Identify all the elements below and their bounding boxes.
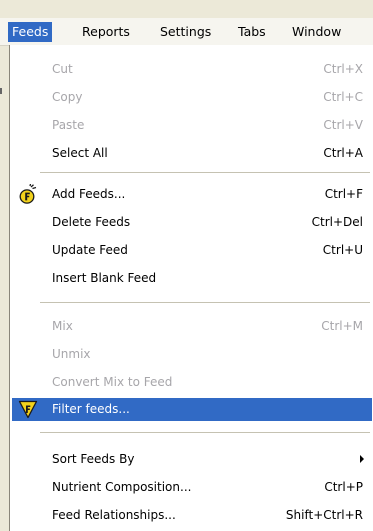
- menu-item-shortcut: Ctrl+A: [323, 146, 363, 160]
- add-feeds-icon: [19, 184, 37, 204]
- menu-item-label: Copy: [52, 90, 83, 104]
- menu-item-label: Add Feeds...: [52, 187, 126, 201]
- menu-item-shortcut: Shift+Ctrl+R: [285, 508, 363, 522]
- feeds-dropdown-menu: Cut Ctrl+X Copy Ctrl+C Paste Ctrl+V Sele…: [9, 45, 373, 531]
- menu-item-nutrient-composition[interactable]: Nutrient Composition... Ctrl+P: [12, 476, 372, 498]
- menu-settings[interactable]: Settings: [156, 22, 215, 42]
- menu-separator: [40, 302, 370, 303]
- menu-item-shortcut: Ctrl+U: [322, 243, 363, 257]
- menu-item-label: Select All: [52, 146, 108, 160]
- menu-separator: [40, 432, 370, 433]
- menu-item-label: Unmix: [52, 347, 91, 361]
- menu-item-label: Insert Blank Feed: [52, 271, 157, 285]
- menu-item-shortcut: Ctrl+C: [323, 90, 363, 104]
- menu-item-select-all[interactable]: Select All Ctrl+A: [12, 142, 372, 164]
- menu-item-label: Mix: [52, 319, 73, 333]
- menu-item-label: Delete Feeds: [52, 215, 131, 229]
- menu-item-shortcut: Ctrl+X: [323, 62, 363, 76]
- menu-item-label: Paste: [52, 118, 85, 132]
- menu-item-copy[interactable]: Copy Ctrl+C: [12, 86, 372, 108]
- submenu-arrow-icon: [360, 455, 364, 463]
- menu-item-shortcut: Ctrl+P: [324, 480, 363, 494]
- menu-item-label: Filter feeds...: [52, 402, 130, 416]
- menu-item-feed-relationships[interactable]: Feed Relationships... Shift+Ctrl+R: [12, 504, 372, 526]
- menu-item-label: Convert Mix to Feed: [52, 375, 173, 389]
- menu-item-shortcut: Ctrl+V: [323, 118, 363, 132]
- menu-item-paste[interactable]: Paste Ctrl+V: [12, 114, 372, 136]
- filter-feeds-icon: [18, 400, 38, 419]
- menu-tabs[interactable]: Tabs: [234, 22, 270, 42]
- menu-item-unmix[interactable]: Unmix: [12, 343, 372, 365]
- menu-reports[interactable]: Reports: [78, 22, 134, 42]
- menu-item-label: Feed Relationships...: [52, 508, 176, 522]
- menu-item-update-feed[interactable]: Update Feed Ctrl+U: [12, 239, 372, 261]
- menu-item-mix[interactable]: Mix Ctrl+M: [12, 315, 372, 337]
- menu-feeds[interactable]: Feeds: [8, 22, 53, 42]
- menu-item-label: Cut: [52, 62, 73, 76]
- menu-item-label: Sort Feeds By: [52, 452, 135, 466]
- menu-item-shortcut: Ctrl+M: [321, 319, 363, 333]
- menu-item-cut[interactable]: Cut Ctrl+X: [12, 58, 372, 80]
- menu-window[interactable]: Window: [288, 22, 345, 42]
- menu-separator: [40, 172, 370, 173]
- menu-item-label: Nutrient Composition...: [52, 480, 192, 494]
- menu-item-insert-blank-feed[interactable]: Insert Blank Feed: [12, 267, 372, 289]
- menu-item-add-feeds[interactable]: Add Feeds... Ctrl+F: [12, 183, 372, 205]
- background-window-edge: [0, 88, 2, 94]
- menu-item-convert-mix-to-feed[interactable]: Convert Mix to Feed: [12, 371, 372, 393]
- menu-item-filter-feeds[interactable]: Filter feeds...: [12, 398, 372, 421]
- menu-item-label: Update Feed: [52, 243, 128, 257]
- menu-item-delete-feeds[interactable]: Delete Feeds Ctrl+Del: [12, 211, 372, 233]
- menu-item-shortcut: Ctrl+Del: [311, 215, 363, 229]
- menu-item-sort-feeds-by[interactable]: Sort Feeds By: [12, 448, 372, 470]
- menu-item-shortcut: Ctrl+F: [324, 187, 363, 201]
- menu-bar: Feeds Reports Settings Tabs Window: [0, 18, 373, 46]
